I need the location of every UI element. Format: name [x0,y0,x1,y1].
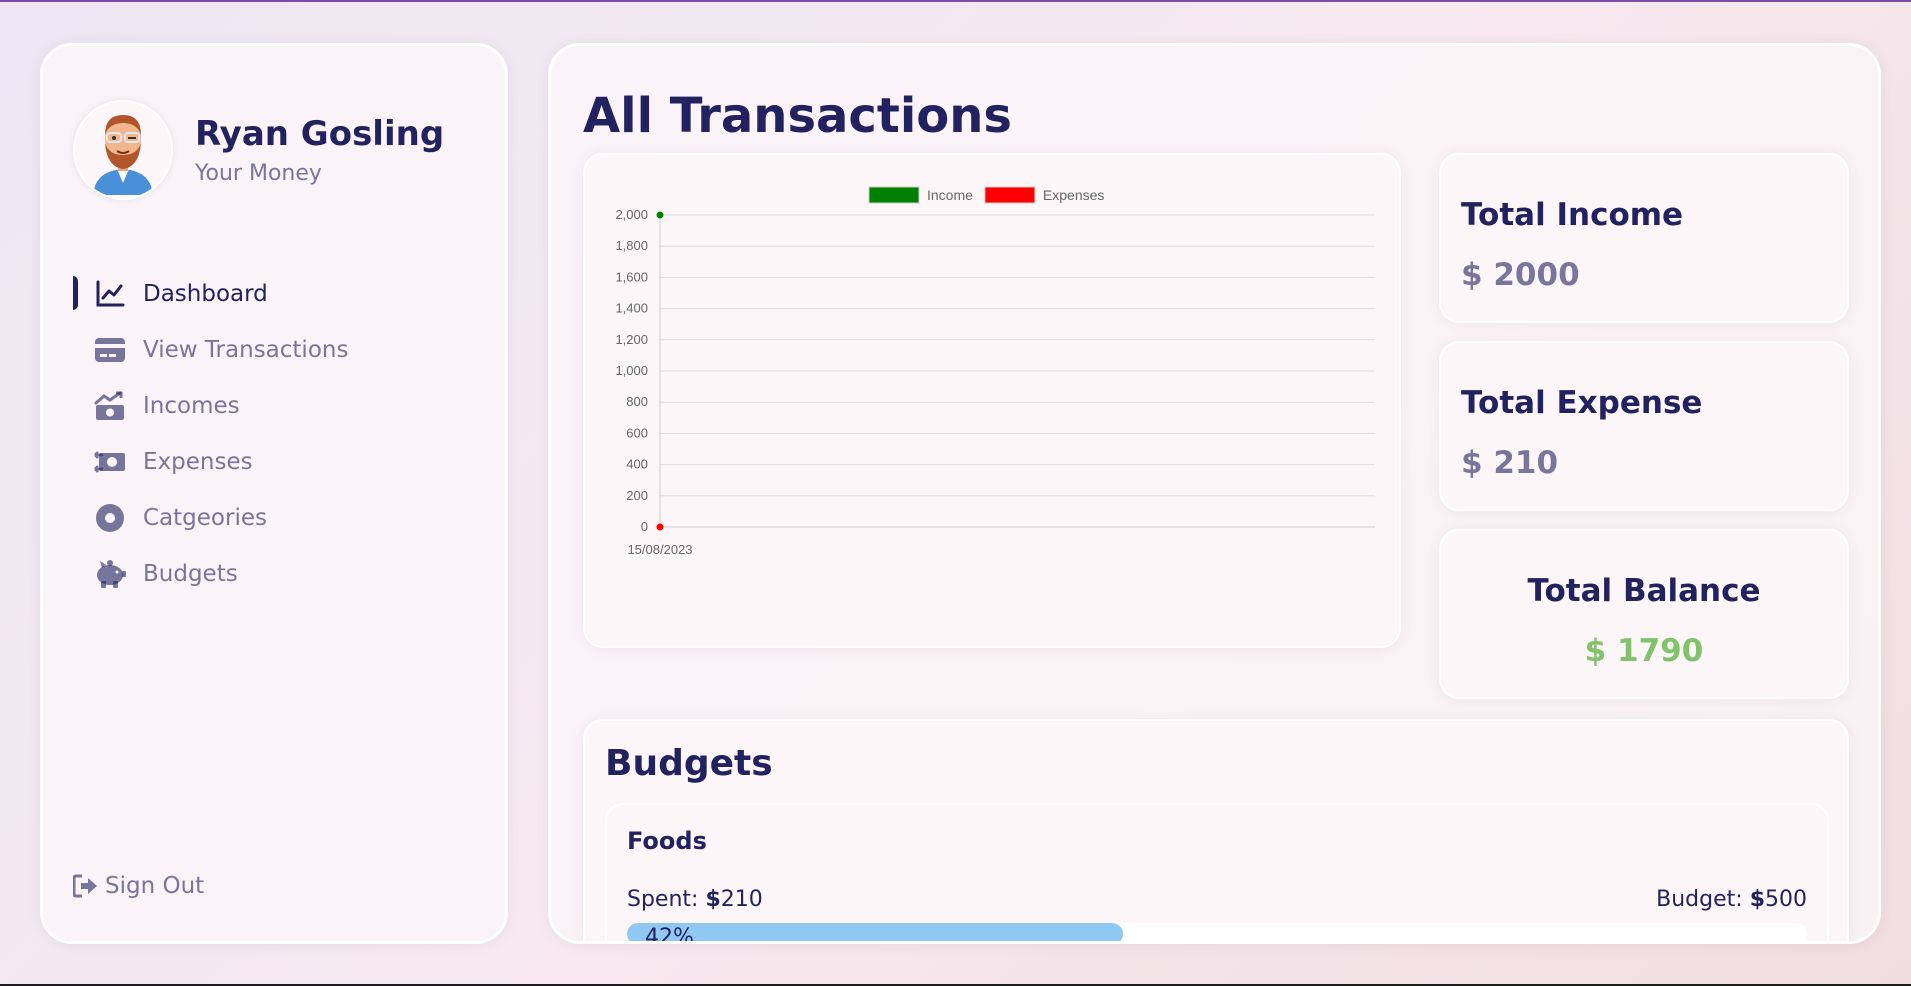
legend-label-income: Income [927,187,973,203]
budget-limit: Budget: $500 [1656,887,1807,912]
spent-label: Spent: [627,887,706,912]
legend-swatch-expenses [984,186,1036,204]
money-trend-up-icon [93,389,127,423]
data-point-expenses [656,523,664,531]
sidebar-item-expenses[interactable]: Expenses [73,434,473,490]
budgets-card: Budgets Foods Spent: $210 Budget: $500 4… [583,719,1849,944]
legend-swatch-income [868,186,920,204]
y-tick-label: 2,000 [615,207,648,222]
budget-label: Budget: [1656,887,1750,912]
sign-out-label: Sign Out [105,873,205,899]
avatar-illustration-icon [93,115,153,195]
sidebar-item-label: Expenses [143,449,253,475]
y-tick-label: 0 [641,519,648,534]
y-tick-label: 1,200 [615,332,648,347]
sidebar-item-dashboard[interactable]: Dashboard [73,266,473,322]
budgets-title: Budgets [605,743,773,784]
total-expense-title: Total Expense [1461,385,1703,421]
total-balance-value: $ 1790 [1584,633,1704,669]
budget-progress-fill [627,923,1123,941]
sidebar-item-label: View Transactions [143,337,349,363]
y-tick-label: 1,000 [615,363,648,378]
y-tick-label: 200 [626,488,648,503]
y-tick-label: 1,400 [615,301,648,316]
total-balance-card: Total Balance $ 1790 [1439,529,1849,699]
main-panel: All Transactions 0 200 400 600 800 1,000 1,200… [548,43,1881,944]
sidebar-item-label: Catgeories [143,505,267,531]
spent-value: 210 [720,887,763,912]
user-profile: Ryan Gosling Your Money [73,100,444,200]
total-income-value: $ 2000 [1461,257,1580,293]
sign-out-icon [73,872,101,900]
legend-label-expenses: Expenses [1043,187,1104,203]
sidebar-item-incomes[interactable]: Incomes [73,378,473,434]
sidebar-item-catgeories[interactable]: Catgeories [73,490,473,546]
piggy-bank-icon [93,557,127,591]
transactions-chart: 0 200 400 600 800 1,000 1,200 1,400 1,600 1,800 2,… [615,186,1375,557]
budget-currency-sign: $ [1749,887,1765,912]
data-point-income [656,211,664,219]
budget-value: 500 [1765,887,1807,912]
transactions-chart-card: 0 200 400 600 800 1,000 1,200 1,400 1,600 1,800 2,… [583,153,1401,648]
page-title: All Transactions [583,88,1012,144]
user-name: Ryan Gosling [195,114,445,155]
sidebar-item-budgets[interactable]: Budgets [73,546,473,602]
y-tick-label: 1,600 [615,269,648,284]
y-tick-label: 400 [626,457,648,472]
sidebar-menu: Dashboard View Transactions Incomes Expe… [73,266,473,602]
sign-out-button[interactable]: Sign Out [73,872,204,900]
credit-card-icon [93,333,127,367]
total-expense-card: Total Expense $ 210 [1439,341,1849,511]
money-exchange-icon [93,445,127,479]
avatar [73,100,173,200]
budget-item[interactable]: Foods Spent: $210 Budget: $500 42% [605,803,1829,944]
budget-name: Foods [627,827,707,855]
sidebar: Ryan Gosling Your Money Dashboard View T… [40,43,508,944]
chart-line-icon [93,277,127,311]
window-top-border [0,0,1911,2]
budget-progress-track: 42% [627,923,1807,944]
y-tick-label: 600 [626,425,648,440]
total-expense-value: $ 210 [1461,445,1559,481]
x-tick-label: 15/08/2023 [627,542,692,557]
sidebar-item-label: Dashboard [143,281,268,307]
user-subtitle: Your Money [195,160,322,186]
total-balance-title: Total Balance [1527,573,1761,609]
sidebar-item-label: Budgets [143,561,238,587]
total-income-title: Total Income [1461,197,1684,233]
y-tick-label: 800 [626,394,648,409]
budget-spent: Spent: $210 [627,887,763,912]
sidebar-item-view-transactions[interactable]: View Transactions [73,322,473,378]
circle-dot-icon [93,501,127,535]
spent-currency-sign: $ [705,887,721,912]
y-tick-label: 1,800 [615,238,648,253]
sidebar-item-label: Incomes [143,393,240,419]
budget-progress-label: 42% [645,925,694,944]
total-income-card: Total Income $ 2000 [1439,153,1849,323]
